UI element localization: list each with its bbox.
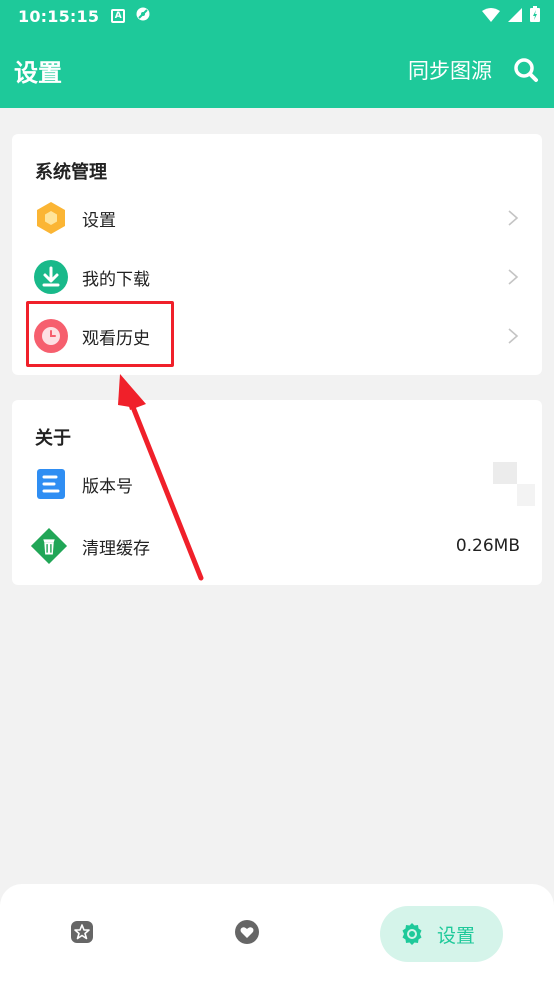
nav-home[interactable] [70, 920, 94, 944]
cache-size-value: 0.26MB [455, 536, 520, 556]
wifi-icon [482, 7, 500, 26]
bottom-navigation: 设置 [0, 884, 554, 984]
chevron-right-icon [508, 210, 519, 226]
chevron-right-icon [508, 328, 519, 344]
app-bar: 设置 同步图源 [0, 44, 554, 96]
gear-icon [402, 923, 422, 945]
row-label-my-downloads: 我的下载 [82, 269, 150, 290]
page-title: 设置 [14, 58, 62, 87]
document-icon [34, 467, 68, 501]
search-icon[interactable] [512, 56, 540, 84]
my-downloads-row[interactable]: 我的下载 [12, 248, 542, 306]
nav-settings-label: 设置 [437, 924, 476, 947]
cache-clean-icon [30, 527, 68, 565]
star-badge-icon [71, 921, 93, 943]
status-right-icons [482, 6, 540, 26]
settings-row[interactable]: 设置 [12, 189, 542, 247]
row-label-version: 版本号 [82, 476, 133, 497]
blank-placeholder-icon [493, 462, 517, 484]
version-row[interactable]: 版本号 [12, 455, 542, 513]
status-left-icons: A [111, 6, 151, 26]
nav-settings[interactable]: 设置 [380, 906, 503, 962]
satellite-icon [135, 6, 151, 26]
chevron-right-icon [508, 269, 519, 285]
top-bar: 10:15:15 A 设置 同步图源 [0, 0, 554, 108]
heart-icon [235, 920, 259, 944]
blank-placeholder-icon [517, 484, 535, 506]
status-bar: 10:15:15 A [0, 0, 554, 32]
signal-icon [508, 7, 522, 26]
battery-icon [530, 6, 540, 26]
download-icon [34, 260, 68, 294]
status-time: 10:15:15 [18, 6, 100, 26]
row-label-clear-cache: 清理缓存 [82, 538, 150, 559]
clear-cache-row[interactable]: 清理缓存 0.26MB [12, 517, 542, 575]
section-title-about: 关于 [35, 428, 71, 449]
nav-favorites[interactable] [235, 920, 259, 944]
sync-source-button[interactable]: 同步图源 [408, 55, 492, 85]
settings-hexagon-icon [34, 201, 68, 235]
about-card: 关于 版本号 清理缓存 0.26MB [12, 400, 542, 585]
row-label-settings: 设置 [82, 210, 116, 231]
highlight-box [26, 301, 174, 367]
section-title-system: 系统管理 [35, 162, 107, 183]
keyboard-a-icon: A [111, 9, 126, 23]
